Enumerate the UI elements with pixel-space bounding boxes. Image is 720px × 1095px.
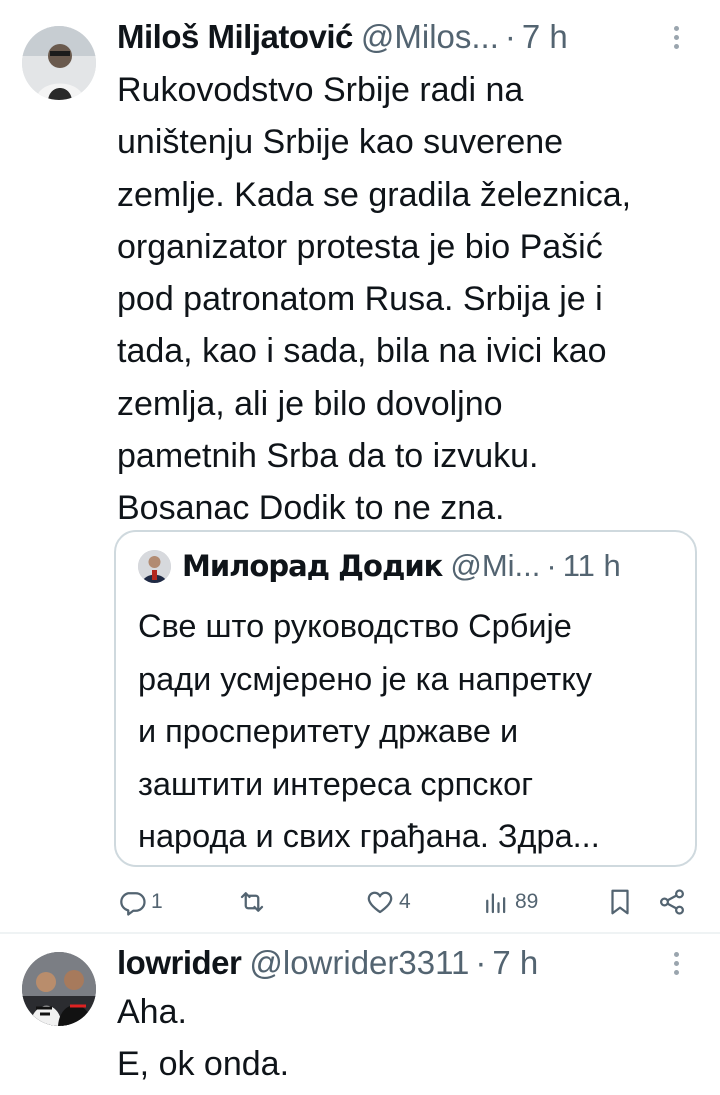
quoted-text-line: ради усмјерено је ка напретку [138,660,593,697]
bookmark-button[interactable] [605,880,635,924]
quoted-timestamp[interactable]: 11 h [563,548,621,584]
retweet-icon [237,887,267,917]
author-name[interactable]: Miloš Miljatović [117,18,353,56]
reply-button[interactable]: 1 [117,880,163,924]
quoted-text-line: народа и свих грађана. Здра... [138,818,600,854]
quoted-avatar[interactable] [138,550,171,583]
views-icon [481,887,511,917]
quoted-author-name[interactable]: Милорад Додик [182,549,443,583]
action-bar: 1 4 89 [117,880,692,924]
tweet-text-line: zemlja, ali je bilo dovoljno [117,384,503,423]
quoted-tweet[interactable]: Милорад Додик @Mi... · 11 h Све што руко… [114,530,697,867]
tweet-text-line: uništenju Srbije kao suverene [117,123,564,162]
heart-icon [365,887,395,917]
tweet-text-line: Rukovodstvo Srbije radi na [117,71,524,109]
quoted-text-line: заштити интереса српског [138,765,534,802]
separator-dot: · [546,548,557,583]
avatar[interactable] [22,952,96,1026]
more-vertical-icon[interactable] [674,952,679,979]
quoted-header: Милорад Додик @Mi... · 11 h [182,548,621,584]
tweet-text-line: zemlje. Kada se gradila železnica, [117,175,632,214]
reply-count: 1 [151,890,163,913]
tweet-text-line: pametnih Srba da to izvuku. [117,437,539,476]
tweet[interactable]: Miloš Miljatović @Milos... · 7 h Rukovod… [0,0,720,932]
author-handle[interactable]: @Milos... [361,18,499,56]
quoted-text-line: Све што руководство Србије [138,608,572,644]
tweet-header: Miloš Miljatović @Milos... · 7 h [117,18,568,62]
tweet-text: Rukovodstvo Srbije radi na uništenju Srb… [117,64,697,535]
tweet-text-line: Bosanac Dodik to ne zna. [117,489,505,528]
share-icon [657,887,687,917]
quoted-text-line: и просперитету државе и [138,713,519,749]
author-handle[interactable]: @lowrider3311 [249,944,469,982]
reply-icon [117,887,147,917]
tweet-text: Aha. E, ok onda. [117,986,697,1090]
separator-dot: · [504,18,516,55]
bookmark-icon [605,887,635,917]
views-button[interactable]: 89 [481,880,538,924]
share-button[interactable] [657,880,687,924]
quoted-author-handle[interactable]: @Mi... [450,548,540,584]
tweet-text-line: tada, kao i sada, bila na ivici kao [117,332,607,371]
tweet-text-line: E, ok onda. [117,1045,290,1083]
tweet-text-line: pod patronatom Rusa. Srbija je i [117,280,603,319]
timestamp[interactable]: 7 h [492,944,538,982]
author-name[interactable]: lowrider [117,944,242,982]
tweet-text-line: Aha. [117,993,187,1031]
more-vertical-icon[interactable] [674,26,679,53]
like-count: 4 [399,890,411,913]
quoted-text: Све што руководство Србије ради усмјерен… [138,600,688,863]
like-button[interactable]: 4 [365,880,411,924]
separator-dot: · [475,944,487,981]
retweet-button[interactable] [237,880,271,924]
avatar[interactable] [22,26,96,100]
tweet-header: lowrider @lowrider3311 · 7 h [117,944,538,988]
views-count: 89 [515,890,539,913]
timestamp[interactable]: 7 h [522,18,568,56]
tweet-text-line: organizator protesta je bio Pašić [117,227,603,266]
